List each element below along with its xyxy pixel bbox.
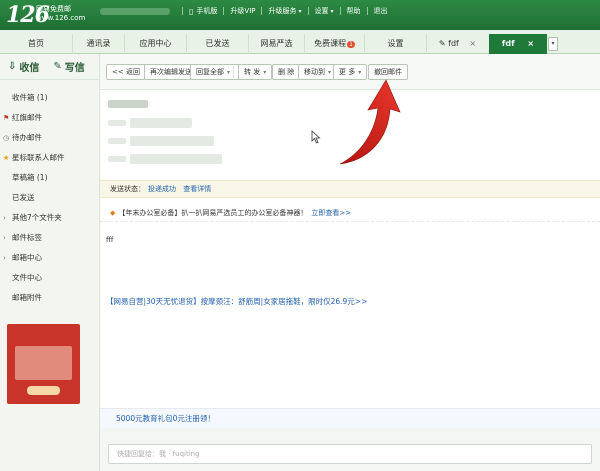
tab-app-center[interactable]: 应用中心 [124,34,186,54]
tab-contacts[interactable]: 通讯录 [72,34,124,54]
nav-upgrade-vip[interactable]: 升级VIP [230,6,255,16]
logo-subtitle: 网易免费邮 www.126.com [36,5,86,22]
folder-todo[interactable]: ◷ 待办邮件 [3,128,99,148]
tab-mail-fdf-active[interactable]: fdf × [489,34,547,54]
folder-tags[interactable]: › 邮件标签 [3,228,99,248]
nav-logout[interactable]: 退出 [374,6,388,16]
chevron-down-icon: ▾ [328,69,332,76]
top-header: 126 网易免费邮 www.126.com ▯ 手机版 升级VIP 升级服务 ▾… [0,0,600,30]
reply-all-button[interactable]: 回复全部 ▾ [190,64,246,80]
nav-mobile[interactable]: 手机版 [196,6,217,16]
quick-reply-input[interactable]: 快捷回复给：我 · fuqiting [108,444,592,464]
chevron-down-icon: ▾ [263,69,267,76]
star-icon: ★ [3,154,10,162]
promo-view-link[interactable]: 立即查看>> [311,209,351,217]
education-promo-link[interactable]: 5000元教育礼包0元注册领！ [100,408,600,428]
folder-mail-center[interactable]: › 邮箱中心 [3,248,99,268]
folder-drafts[interactable]: 草稿箱 (1) [12,168,99,188]
flag-icon: ⚑ [3,114,10,122]
tab-list-dropdown[interactable]: ▾ [548,37,558,51]
nav-help[interactable]: 帮助 [347,6,361,16]
tab-yanxuan[interactable]: 网易严选 [248,34,304,54]
sidebar: ⇩ 收信 ✎ 写信 收件箱 (1) ⚑ 红旗邮件 ◷ 待办邮件 ★ 星标联系人邮件 草… [0,54,100,471]
delivery-status-bar: 发送状态： 投递成功 查看详情 [100,180,600,198]
close-icon[interactable]: × [527,39,534,48]
expand-icon[interactable]: › [3,208,12,228]
recipient-blurred[interactable] [130,136,214,146]
tab-settings[interactable]: 设置 [364,34,426,54]
status-value: 投递成功 [148,185,176,193]
mail-body-text: fff [106,236,114,244]
chevron-down-icon: ▾ [358,69,362,76]
receive-icon: ⇩ [8,61,17,72]
view-details-link[interactable]: 查看详情 [183,185,211,193]
phone-icon: ▯ [189,6,194,16]
tab-bar: 首页 通讯录 应用中心 已发送 网易严选 免费课程 1 设置 ✎ fdf × fd… [0,30,600,54]
nav-settings[interactable]: 设置 [315,6,329,16]
sidebar-ad-banner[interactable] [7,324,80,404]
folder-flagged[interactable]: ⚑ 红旗邮件 [3,108,99,128]
tab-mail-fdf-1[interactable]: ✎ fdf × [426,34,488,54]
sender-blurred[interactable] [130,118,192,128]
folder-starred-contacts[interactable]: ★ 星标联系人邮件 [3,148,99,168]
tab-badge: 1 [347,41,355,48]
tab-free-course[interactable]: 免费课程 1 [304,34,364,54]
delete-button[interactable]: 删 除 [272,64,301,80]
promo-banner: ◆ 【年末办公室必备】扒一扒网易严选员工的办公室必备神器！ 立即查看>> [100,204,600,222]
annotation-arrow-icon [339,79,401,165]
tab-home[interactable]: 首页 [0,34,72,54]
nav-upgrade-service[interactable]: 升级服务 [268,6,296,16]
top-nav: ▯ 手机版 升级VIP 升级服务 ▾ 设置 ▾ 帮助 退出 [100,6,388,16]
chevron-down-icon: ▾ [298,7,302,15]
folder-other[interactable]: › 其他7个文件夹 [3,208,99,228]
folder-list: 收件箱 (1) ⚑ 红旗邮件 ◷ 待办邮件 ★ 星标联系人邮件 草稿箱 (1) 已发送… [0,80,99,308]
clock-icon: ◷ [3,134,10,142]
folder-file-center[interactable]: 文件中心 [12,268,99,288]
tab-sent[interactable]: 已发送 [186,34,248,54]
expand-icon[interactable]: › [3,248,12,268]
forward-button[interactable]: 转 发 ▾ [238,64,273,80]
close-icon[interactable]: × [469,39,476,48]
chevron-down-icon: ▾ [330,7,334,15]
mail-subject-blurred [108,100,148,108]
write-icon: ✎ [53,61,62,72]
move-to-button[interactable]: 移动到 ▾ [298,64,338,80]
edit-icon: ✎ [438,39,446,48]
mouse-cursor-icon [311,130,321,144]
promo-icon: ◆ [110,209,116,217]
folder-inbox[interactable]: 收件箱 (1) [12,88,99,108]
receive-button[interactable]: ⇩ 收信 [8,59,39,74]
account-name-blurred[interactable] [100,7,170,15]
compose-row: ⇩ 收信 ✎ 写信 [0,54,99,80]
expand-icon[interactable]: › [3,228,12,248]
folder-sent[interactable]: 已发送 [12,188,99,208]
back-button[interactable]: << 返回 [106,64,146,80]
folder-attachments[interactable]: 邮箱附件 [12,288,99,308]
chevron-down-icon: ▾ [551,40,555,47]
chevron-down-icon[interactable]: ▾ [227,69,230,76]
write-button[interactable]: ✎ 写信 [53,59,84,74]
ad-link[interactable]: 【网易自营|30天无忧退货】按摩颈汪：舒筋周|女家居拖鞋，限时仅26.9元>> [106,296,367,307]
time-blurred [130,154,222,164]
